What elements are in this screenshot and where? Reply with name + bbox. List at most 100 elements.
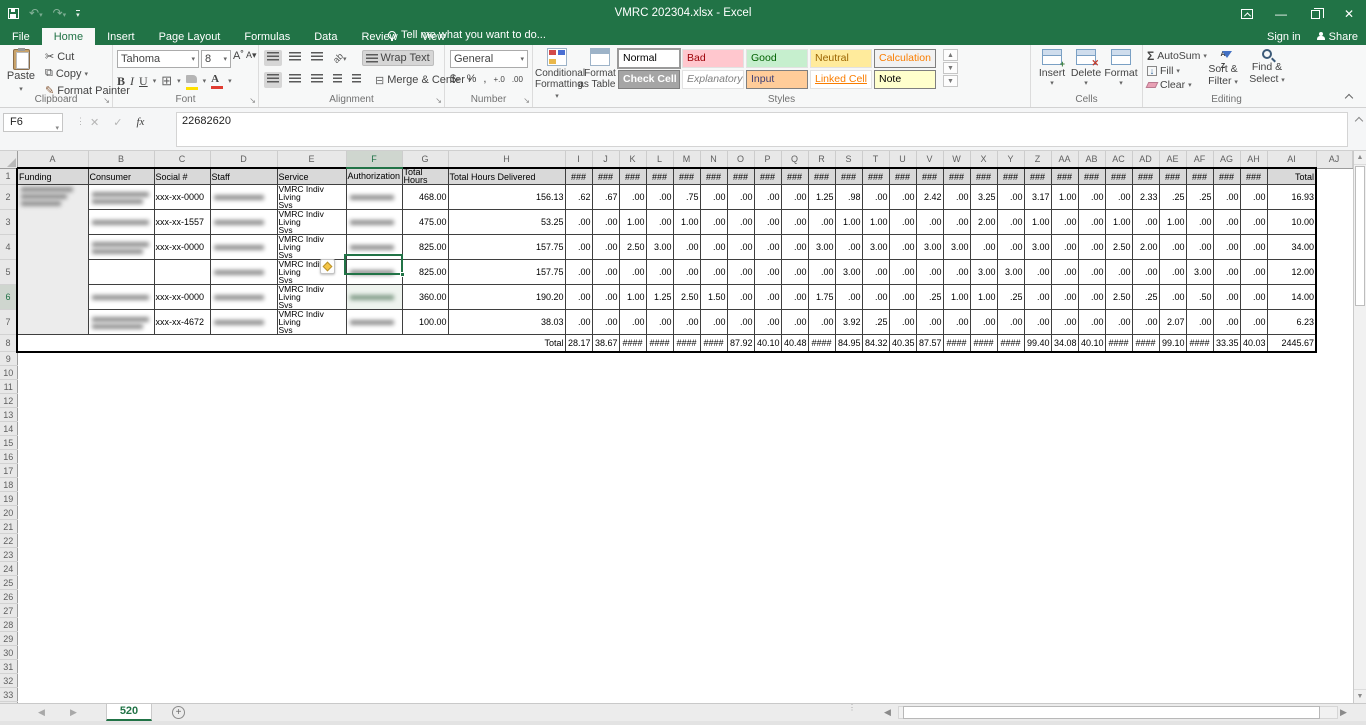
cell-total-day-AH[interactable]: 40.03 [1240,335,1267,352]
header-day-O[interactable]: ### [727,168,754,185]
header-day-AE[interactable]: ### [1159,168,1186,185]
comma-format-button[interactable]: , [483,73,486,85]
row-header-7[interactable]: 7 [0,310,17,335]
cell-total-day-AB[interactable]: 40.10 [1078,335,1105,352]
cell-style-input[interactable]: Input [746,70,808,89]
row-header-3[interactable]: 3 [0,210,17,235]
cell-day-O[interactable]: .00 [727,310,754,335]
cancel-entry-button[interactable]: ✕ [90,116,99,129]
cell-day-P[interactable]: .00 [754,210,781,235]
delete-cells-button[interactable]: Delete▾ [1069,49,1103,87]
cell-day-T[interactable]: 1.00 [862,210,889,235]
header-day-V[interactable]: ### [916,168,943,185]
cell-empty[interactable] [1316,310,1352,335]
column-header-AJ[interactable]: AJ [1316,151,1352,168]
ribbon-display-options-button[interactable] [1230,0,1264,28]
header-total-delivered[interactable]: Total Hours Delivered [448,168,565,185]
column-header-AF[interactable]: AF [1186,151,1213,168]
cell-empty[interactable] [17,674,1352,688]
cell-day-AG[interactable]: .00 [1213,235,1240,260]
column-header-AB[interactable]: AB [1078,151,1105,168]
header-day-AB[interactable]: ### [1078,168,1105,185]
cell-empty[interactable] [17,436,1352,450]
cell-day-AD[interactable]: .00 [1132,260,1159,285]
column-header-J[interactable]: J [592,151,619,168]
tab-formulas[interactable]: Formulas [232,28,302,45]
cell-day-AB[interactable]: .00 [1078,310,1105,335]
cell-style-linked-cell[interactable]: Linked Cell [810,70,872,89]
cell-day-AC[interactable]: .00 [1105,310,1132,335]
cell-day-X[interactable]: 3.25 [970,185,997,210]
cell-day-O[interactable]: .00 [727,235,754,260]
cell-day-V[interactable]: 3.00 [916,235,943,260]
column-header-P[interactable]: P [754,151,781,168]
column-header-T[interactable]: T [862,151,889,168]
cell-consumer-redacted[interactable] [88,210,154,235]
decrease-decimal-button[interactable]: .00 [512,75,523,84]
cell-empty[interactable] [17,492,1352,506]
cell-service[interactable]: VMRC Indiv Living Svs [277,285,346,310]
cell-day-I[interactable]: .00 [565,260,592,285]
cell-day-Z[interactable]: .00 [1024,310,1051,335]
cell-staff-redacted[interactable] [210,235,277,260]
minimize-button[interactable]: — [1264,0,1298,28]
cell-day-Z[interactable]: .00 [1024,260,1051,285]
cell-day-R[interactable]: .00 [808,210,835,235]
row-header-18[interactable]: 18 [0,478,17,492]
cell-day-R[interactable]: 3.00 [808,235,835,260]
column-header-C[interactable]: C [154,151,210,168]
header-day-S[interactable]: ### [835,168,862,185]
header-day-Z[interactable]: ### [1024,168,1051,185]
cell-hours-delivered[interactable]: 157.75 [448,260,565,285]
cell-day-V[interactable]: .00 [916,310,943,335]
column-header-G[interactable]: G [402,151,448,168]
cell-total-day-S[interactable]: 84.95 [835,335,862,352]
cell-hours-delivered[interactable]: 190.20 [448,285,565,310]
cell-day-W[interactable]: 1.00 [943,285,970,310]
cell-total-hours[interactable]: 825.00 [402,235,448,260]
header-day-W[interactable]: ### [943,168,970,185]
vertical-scroll-thumb[interactable] [1355,166,1365,306]
cell-empty[interactable] [17,380,1352,394]
cell-day-I[interactable]: .00 [565,235,592,260]
clear-button[interactable]: Clear▾ [1147,79,1207,91]
cell-total-hours[interactable]: 360.00 [402,285,448,310]
cell-day-J[interactable]: .00 [592,260,619,285]
cell-social[interactable]: xxx-xx-1557 [154,210,210,235]
row-header-12[interactable]: 12 [0,394,17,408]
column-header-K[interactable]: K [619,151,646,168]
cell-empty[interactable] [17,478,1352,492]
clipboard-dialog-launcher[interactable]: ↘ [103,96,110,105]
cell-total-day-O[interactable]: 87.92 [727,335,754,352]
cell-day-X[interactable]: 3.00 [970,260,997,285]
cell-day-AE[interactable]: .00 [1159,260,1186,285]
cell-day-AA[interactable]: .00 [1051,310,1078,335]
cell-empty[interactable] [17,688,1352,702]
header-day-P[interactable]: ### [754,168,781,185]
cell-day-U[interactable]: .00 [889,285,916,310]
cell-day-Q[interactable]: .00 [781,260,808,285]
cell-total-day-L[interactable]: #### [646,335,673,352]
cell-day-AB[interactable]: .00 [1078,210,1105,235]
cell-total-hours[interactable]: 475.00 [402,210,448,235]
row-header-33[interactable]: 33 [0,688,17,702]
previous-sheet-arrow[interactable]: ◀ [38,707,45,718]
cell-day-AF[interactable]: .50 [1186,285,1213,310]
cell-day-AH[interactable]: .00 [1240,235,1267,260]
cell-day-U[interactable]: .00 [889,210,916,235]
cell-consumer-redacted[interactable] [88,285,154,310]
cell-total-day-AD[interactable]: #### [1132,335,1159,352]
header-day-I[interactable]: ### [565,168,592,185]
cell-consumer-redacted[interactable] [88,235,154,260]
cell-day-N[interactable]: .00 [700,260,727,285]
cell-day-AC[interactable]: .00 [1105,260,1132,285]
select-all-button[interactable] [0,151,17,168]
tab-insert[interactable]: Insert [95,28,147,45]
cell-day-M[interactable]: 1.00 [673,210,700,235]
row-header-19[interactable]: 19 [0,492,17,506]
column-header-AC[interactable]: AC [1105,151,1132,168]
cell-day-T[interactable]: .00 [862,185,889,210]
cell-authorization-redacted[interactable] [346,210,402,235]
cell-row-total[interactable]: 12.00 [1267,260,1316,285]
cell-day-AC[interactable]: 2.50 [1105,285,1132,310]
